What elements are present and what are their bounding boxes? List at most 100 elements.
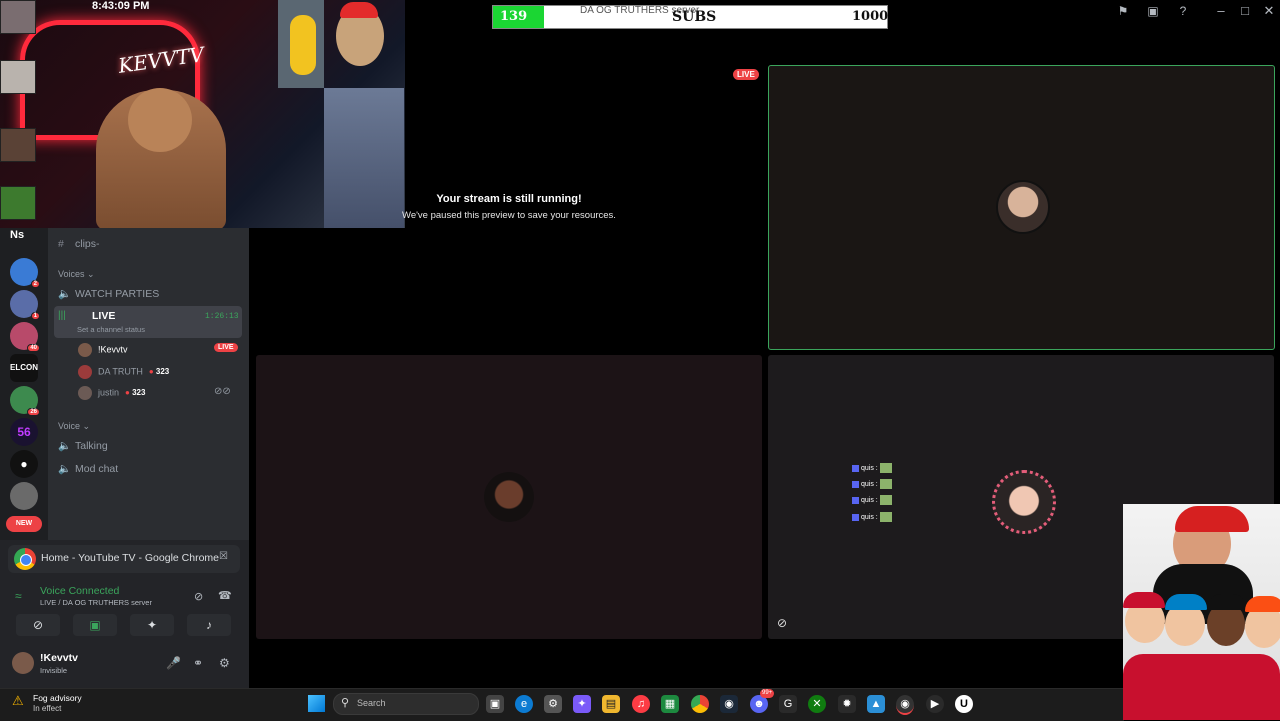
activities-icon[interactable]: ✦ bbox=[130, 614, 174, 636]
photo-collage bbox=[0, 0, 40, 228]
santa-hat-icon bbox=[1175, 506, 1249, 532]
discord-icon[interactable]: ☻ 99+ bbox=[750, 689, 775, 713]
server-icon[interactable]: 1 bbox=[10, 290, 40, 320]
channel-clips[interactable]: # clips- bbox=[58, 238, 100, 250]
app-icon bbox=[852, 480, 859, 488]
signal-icon[interactable]: ≈ bbox=[15, 589, 22, 603]
voice-connected-title[interactable]: Voice Connected bbox=[40, 585, 119, 597]
music-icon[interactable]: ♫ bbox=[632, 695, 650, 713]
inbox-icon[interactable]: ▣ bbox=[1145, 4, 1161, 18]
live-badge: LIVE bbox=[214, 343, 238, 352]
app-icon bbox=[852, 513, 859, 521]
server-icon[interactable]: ELCON bbox=[10, 354, 38, 382]
mention-badge: 26 bbox=[27, 408, 40, 416]
soundboard-icon[interactable]: ♪ bbox=[187, 614, 231, 636]
obs-icon[interactable]: ◉ bbox=[896, 695, 914, 715]
weather-subtitle: In effect bbox=[33, 704, 62, 713]
unreal-icon[interactable]: U bbox=[955, 695, 973, 713]
cap-icon bbox=[1207, 594, 1247, 610]
avatar bbox=[78, 343, 92, 357]
new-badge[interactable]: NEW bbox=[6, 516, 42, 532]
server-icon[interactable]: 2 bbox=[10, 258, 40, 288]
set-channel-status[interactable]: Set a channel status bbox=[77, 325, 145, 334]
gear-app-icon[interactable]: ✹ bbox=[838, 695, 856, 713]
lock-icon[interactable]: ● bbox=[10, 450, 38, 478]
app-icon bbox=[852, 496, 859, 504]
score-value: 323 bbox=[132, 388, 146, 398]
app-g-icon[interactable]: G bbox=[779, 695, 797, 713]
task-view-icon[interactable]: ▣ bbox=[486, 695, 504, 713]
headphones-icon[interactable]: ⚭ bbox=[193, 656, 203, 670]
server-ns[interactable]: Ns bbox=[10, 229, 24, 241]
channel-talking[interactable]: 🔈 Talking bbox=[58, 439, 108, 452]
sub-goal-label: SUBS bbox=[672, 9, 717, 25]
voice-member[interactable]: !Kevvtv bbox=[78, 343, 128, 357]
voice-connected-channel[interactable]: LIVE / DA OG TRUTHERS server bbox=[40, 598, 152, 607]
server-icon[interactable] bbox=[10, 482, 38, 510]
cap-icon bbox=[1245, 596, 1280, 612]
speaker-icon: 🔈 bbox=[58, 288, 72, 300]
voice-member[interactable]: justin ● 323 bbox=[78, 386, 145, 400]
voice-member[interactable]: DA TRUTH ● 323 bbox=[78, 365, 169, 379]
quis-avatar bbox=[879, 479, 892, 489]
channel-watch-parties[interactable]: 🔈 WATCH PARTIES bbox=[58, 287, 159, 300]
weather-warning-icon[interactable]: ⚠ bbox=[12, 693, 24, 709]
screen-share-icon[interactable]: ▣ bbox=[73, 614, 117, 636]
minimize-icon[interactable]: – bbox=[1210, 3, 1232, 18]
noise-suppression-icon[interactable]: ⊘ bbox=[194, 590, 203, 603]
server-icon-text: 56 bbox=[17, 425, 31, 439]
mention-badge: 40 bbox=[27, 344, 40, 352]
xbox-icon[interactable]: ✕ bbox=[808, 695, 826, 713]
settings-icon[interactable]: ⚙ bbox=[544, 695, 562, 713]
flag-icon[interactable]: ⚑ bbox=[1115, 4, 1131, 18]
media-player-icon[interactable]: ▶ bbox=[926, 695, 944, 713]
quis-label: quis : bbox=[861, 496, 878, 504]
cap-icon bbox=[1123, 592, 1165, 608]
app-icon bbox=[852, 464, 859, 472]
server-icon[interactable]: 26 bbox=[10, 386, 40, 416]
channel-live-timer: 1:26:13 bbox=[205, 312, 239, 321]
microphone-icon[interactable]: 🎤 bbox=[166, 656, 181, 670]
weather-title[interactable]: Fog advisory bbox=[33, 693, 82, 703]
quis-avatar bbox=[879, 512, 892, 522]
channel-label: Talking bbox=[75, 440, 108, 452]
server-icon[interactable]: 40 bbox=[10, 322, 40, 352]
copilot-icon[interactable]: ✦ bbox=[573, 695, 591, 713]
chevron-down-icon: ⌄ bbox=[82, 421, 91, 431]
member-score: ● 323 bbox=[149, 367, 169, 376]
gear-icon[interactable]: ⚙ bbox=[219, 656, 230, 670]
quis-row: quis : bbox=[852, 479, 892, 489]
collage-photo bbox=[0, 128, 36, 162]
server-icon[interactable]: 56 bbox=[10, 418, 38, 446]
quis-avatar bbox=[879, 463, 892, 473]
mention-badge: 2 bbox=[30, 280, 40, 288]
chrome-icon[interactable] bbox=[691, 695, 709, 713]
edge-icon[interactable]: e bbox=[515, 695, 533, 713]
steam-icon[interactable]: ◉ bbox=[720, 695, 738, 713]
quis-avatar bbox=[879, 495, 892, 505]
video-off-icon[interactable]: ⊘ bbox=[16, 614, 60, 636]
windows-start-icon[interactable] bbox=[308, 695, 325, 712]
user-name[interactable]: !Kevvtv bbox=[40, 652, 78, 664]
score-value: 323 bbox=[155, 367, 170, 377]
collage-photo bbox=[0, 0, 36, 34]
category-voices[interactable]: Voices ⌄ bbox=[58, 269, 95, 280]
spreadsheet-icon[interactable]: ▦ bbox=[661, 695, 679, 713]
channel-mod-chat[interactable]: 🔈 Mod chat bbox=[58, 462, 118, 475]
close-icon[interactable]: ✕ bbox=[1258, 3, 1280, 19]
quis-row: quis : bbox=[852, 512, 892, 522]
stop-share-icon[interactable]: ☒ bbox=[219, 551, 228, 562]
category-label: Voice bbox=[58, 421, 81, 431]
maximize-icon[interactable]: □ bbox=[1234, 3, 1256, 18]
disconnect-icon[interactable]: ☎ bbox=[218, 589, 232, 602]
video-off-icon[interactable]: ⊘ bbox=[777, 616, 787, 630]
category-voice[interactable]: Voice ⌄ bbox=[58, 421, 90, 432]
speaker-icon: 🔈 bbox=[58, 463, 72, 475]
help-icon[interactable]: ? bbox=[1175, 4, 1191, 18]
cap-icon bbox=[1165, 594, 1207, 610]
photos-icon[interactable]: ▲ bbox=[867, 695, 885, 713]
file-explorer-icon[interactable]: ▤ bbox=[602, 695, 620, 713]
sub-goal-current: 139 bbox=[500, 9, 528, 24]
avatar[interactable] bbox=[12, 652, 34, 674]
taskbar-search[interactable] bbox=[333, 693, 479, 715]
